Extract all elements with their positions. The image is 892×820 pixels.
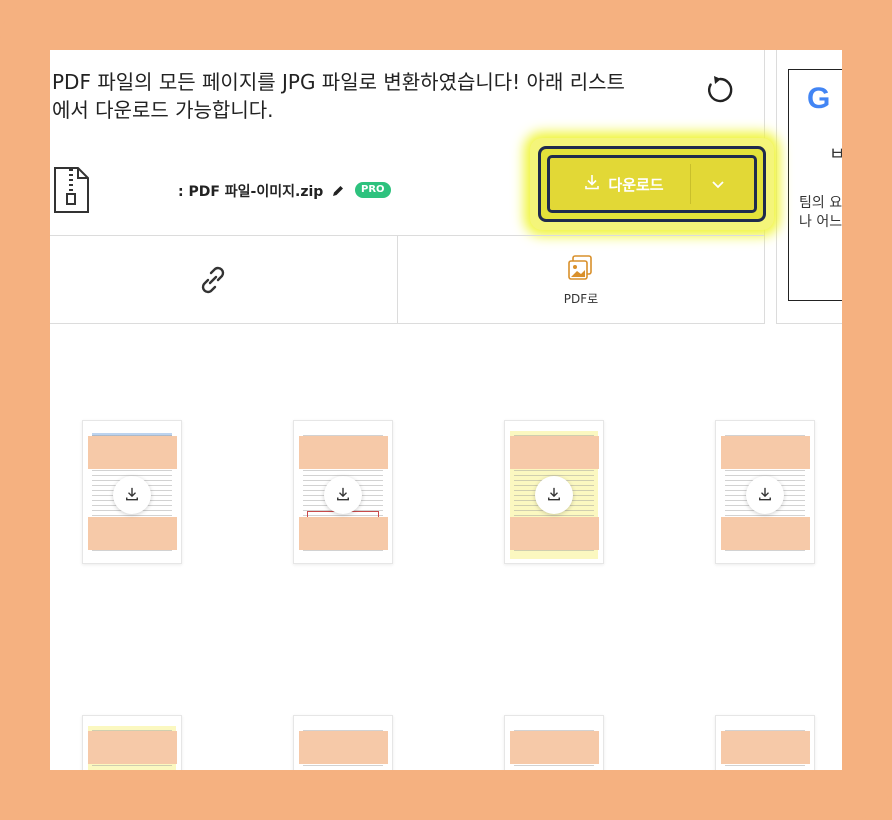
download-label: 다운로드 [608, 175, 664, 194]
zip-file-name: : PDF 파일-이미지.zip [178, 184, 324, 200]
edit-name-icon[interactable] [331, 183, 345, 197]
page-thumbnail[interactable] [82, 420, 182, 564]
redaction-block [510, 517, 599, 550]
conversion-message: PDF 파일의 모든 페이지를 JPG 파일로 변환하였습니다! 아래 리스트 … [52, 68, 692, 124]
page-thumbnail[interactable] [504, 420, 604, 564]
download-icon [584, 174, 600, 194]
google-logo-icon: G [807, 82, 831, 115]
redaction-block [88, 731, 177, 764]
divider [690, 164, 691, 204]
redaction-block [721, 517, 810, 550]
zip-file-icon [52, 166, 90, 214]
pro-badge: PRO [355, 182, 391, 198]
divider [776, 323, 842, 324]
restart-icon[interactable] [702, 72, 738, 108]
share-link-button[interactable] [50, 236, 397, 323]
ad-text: 팀의 요 나 어느 [799, 194, 842, 232]
redaction-block [299, 517, 388, 550]
page-thumbnail[interactable] [504, 715, 604, 770]
page-download-button[interactable] [324, 476, 362, 514]
outer-frame: PDF 파일의 모든 페이지를 JPG 파일로 변환하였습니다! 아래 리스트 … [0, 0, 892, 820]
convert-to-pdf-button[interactable]: PDF로 [398, 236, 764, 323]
download-icon [336, 486, 350, 505]
redaction-block [721, 436, 810, 469]
redaction-block [299, 436, 388, 469]
redaction-block [299, 731, 388, 764]
redaction-block [510, 436, 599, 469]
page-thumbnail[interactable] [82, 715, 182, 770]
ad-heading: ㅂ [829, 140, 842, 166]
redaction-block [721, 731, 810, 764]
divider [776, 50, 777, 324]
redaction-block [88, 436, 177, 469]
result-panel: PDF 파일의 모든 페이지를 JPG 파일로 변환하였습니다! 아래 리스트 … [50, 50, 842, 770]
download-highlight: 다운로드 [530, 138, 774, 230]
message-line-1: PDF 파일의 모든 페이지를 JPG 파일로 변환하였습니다! 아래 리스트 [52, 70, 625, 94]
divider [50, 323, 764, 324]
download-button[interactable]: 다운로드 [558, 158, 690, 210]
download-icon [547, 486, 561, 505]
link-icon [196, 263, 230, 297]
pdf-label: PDF로 [563, 292, 599, 306]
page-download-button[interactable] [746, 476, 784, 514]
page-thumbnail[interactable] [293, 420, 393, 564]
chevron-down-icon [711, 175, 725, 194]
message-line-2: 에서 다운로드 가능합니다. [52, 98, 274, 122]
redaction-block [88, 517, 177, 550]
download-options-toggle[interactable] [692, 158, 744, 210]
ad-text-line-1: 팀의 요 [799, 195, 842, 211]
redaction-block [510, 731, 599, 764]
page-thumbnail[interactable] [715, 420, 815, 564]
ad-banner[interactable]: G ㅂ 팀의 요 나 어느 [788, 69, 842, 301]
page-download-button[interactable] [535, 476, 573, 514]
page-thumbnail[interactable] [293, 715, 393, 770]
download-icon [125, 486, 139, 505]
page-thumbnail[interactable] [715, 715, 815, 770]
ad-text-line-2: 나 어느 [799, 214, 842, 230]
page-download-button[interactable] [113, 476, 151, 514]
download-icon [758, 486, 772, 505]
image-to-pdf-icon [567, 254, 595, 282]
